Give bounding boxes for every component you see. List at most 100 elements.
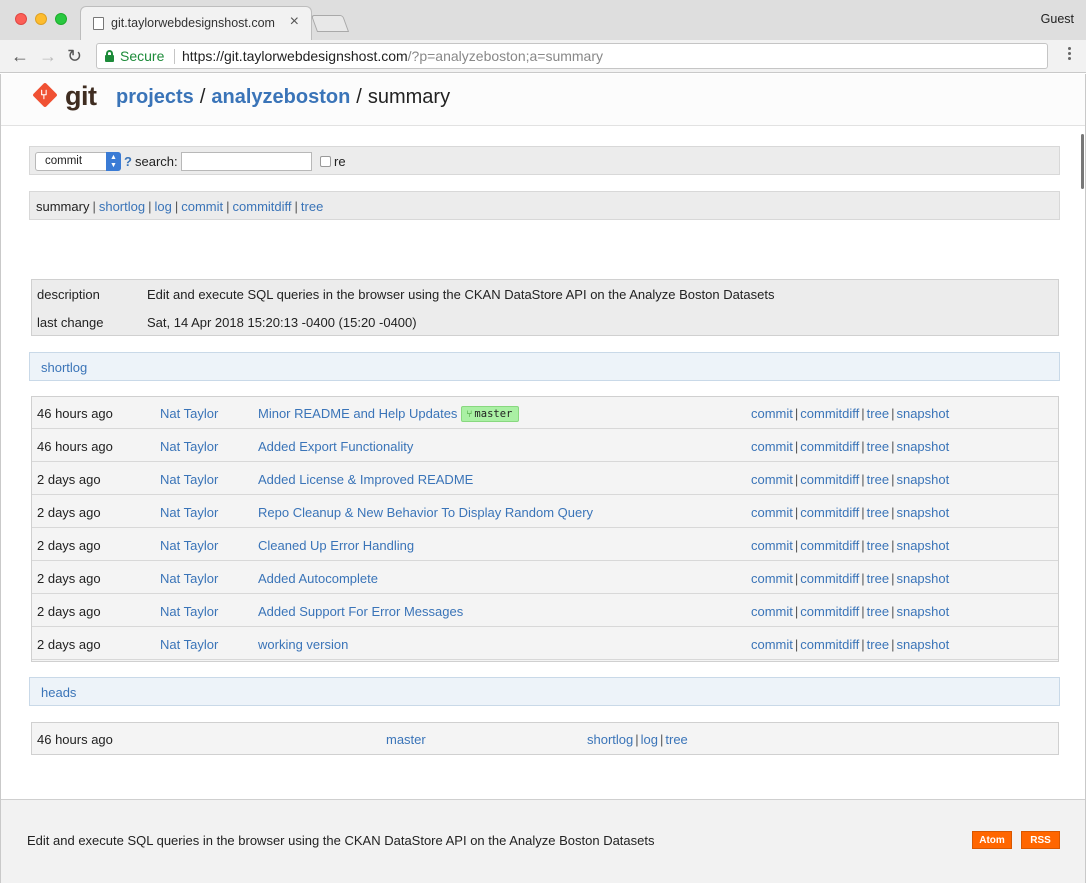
shortlog-header[interactable]: shortlog <box>29 352 1060 381</box>
browser-tab[interactable]: git.taylorwebdesignshost.com × <box>80 6 312 40</box>
rss-feed-button[interactable]: RSS <box>1021 831 1060 849</box>
git-logo-icon[interactable]: ⑂ <box>32 82 58 108</box>
git-logo-text[interactable]: git <box>65 81 97 112</box>
nav-link-log[interactable]: log <box>154 199 171 214</box>
commit-link[interactable]: commit <box>751 604 793 619</box>
commit-link[interactable]: commit <box>751 505 793 520</box>
search-help-link[interactable]: ? <box>124 154 132 169</box>
scrollbar-thumb[interactable] <box>1081 134 1084 189</box>
commit-subject-link[interactable]: working version <box>258 637 348 652</box>
regex-checkbox[interactable] <box>320 156 331 167</box>
ref-badge-label: master <box>474 408 513 420</box>
commit-subject-link[interactable]: Added Support For Error Messages <box>258 604 463 619</box>
tab-close-icon[interactable]: × <box>290 13 299 31</box>
head-shortlog-link[interactable]: shortlog <box>587 732 633 747</box>
commit-author-link[interactable]: Nat Taylor <box>160 472 218 487</box>
new-tab-button[interactable] <box>310 15 350 32</box>
shortlog-header-link[interactable]: shortlog <box>41 360 87 375</box>
page-viewport: ⑂ git projects / analyzeboston / summary com… <box>0 74 1086 883</box>
commit-subject-link[interactable]: Cleaned Up Error Handling <box>258 538 414 553</box>
tree-link[interactable]: tree <box>867 505 889 520</box>
tree-link[interactable]: tree <box>867 538 889 553</box>
snapshot-link[interactable]: snapshot <box>896 538 949 553</box>
atom-feed-button[interactable]: Atom <box>972 831 1012 849</box>
nav-link-shortlog[interactable]: shortlog <box>99 199 145 214</box>
commitdiff-link[interactable]: commitdiff <box>800 406 859 421</box>
profile-label[interactable]: Guest <box>1041 12 1074 26</box>
commit-subject-link[interactable]: Repo Cleanup & New Behavior To Display R… <box>258 505 593 520</box>
commit-link[interactable]: commit <box>751 472 793 487</box>
commitdiff-link[interactable]: commitdiff <box>800 604 859 619</box>
commit-link[interactable]: commit <box>751 439 793 454</box>
nav-link-commitdiff[interactable]: commitdiff <box>233 199 292 214</box>
commitdiff-link[interactable]: commitdiff <box>800 538 859 553</box>
forward-arrow-icon[interactable]: → <box>39 44 57 68</box>
window-close-button[interactable] <box>15 13 27 25</box>
commit-link[interactable]: commit <box>751 406 793 421</box>
link-separator: | <box>861 439 865 454</box>
link-separator: | <box>861 571 865 586</box>
snapshot-link[interactable]: snapshot <box>896 439 949 454</box>
commitdiff-link[interactable]: commitdiff <box>800 637 859 652</box>
table-row: 46 hours ago Nat Taylor Added Export Funct… <box>32 430 1058 462</box>
tree-link[interactable]: tree <box>867 571 889 586</box>
commit-subject: Repo Cleanup & New Behavior To Display R… <box>258 505 593 520</box>
address-bar[interactable]: Secure https://git.taylorwebdesignshost.… <box>96 43 1048 69</box>
heads-header-link[interactable]: heads <box>41 685 76 700</box>
commitdiff-link[interactable]: commitdiff <box>800 571 859 586</box>
commit-author-link[interactable]: Nat Taylor <box>160 604 218 619</box>
breadcrumb-separator: / <box>356 86 362 108</box>
commit-author-link[interactable]: Nat Taylor <box>160 406 218 421</box>
commit-subject-link[interactable]: Added Autocomplete <box>258 571 378 586</box>
tree-link[interactable]: tree <box>867 604 889 619</box>
window-maximize-button[interactable] <box>55 13 67 25</box>
breadcrumb-projects-link[interactable]: projects <box>116 86 194 108</box>
breadcrumb-project-link[interactable]: analyzeboston <box>211 86 350 108</box>
commit-author-link[interactable]: Nat Taylor <box>160 637 218 652</box>
head-log-link[interactable]: log <box>641 732 658 747</box>
back-arrow-icon[interactable]: ← <box>11 44 29 68</box>
tree-link[interactable]: tree <box>867 439 889 454</box>
commit-author-link[interactable]: Nat Taylor <box>160 439 218 454</box>
ref-badge[interactable]: ⑂ master <box>461 406 520 422</box>
head-name-link[interactable]: master <box>386 732 426 747</box>
reload-icon[interactable]: ↻ <box>67 44 82 68</box>
commit-author-link[interactable]: Nat Taylor <box>160 505 218 520</box>
tree-link[interactable]: tree <box>867 637 889 652</box>
link-separator: | <box>861 505 865 520</box>
commitdiff-link[interactable]: commitdiff <box>800 439 859 454</box>
snapshot-link[interactable]: snapshot <box>896 472 949 487</box>
commitdiff-link[interactable]: commitdiff <box>800 472 859 487</box>
commit-subject-link[interactable]: Minor README and Help Updates <box>258 406 457 421</box>
snapshot-link[interactable]: snapshot <box>896 406 949 421</box>
search-type-select[interactable]: commit ▲ ▼ <box>35 152 121 171</box>
browser-menu-icon[interactable] <box>1068 47 1071 50</box>
commit-author-link[interactable]: Nat Taylor <box>160 571 218 586</box>
url-text[interactable]: https://git.taylorwebdesignshost.com/?p=… <box>182 48 603 64</box>
search-input[interactable] <box>181 152 312 171</box>
snapshot-link[interactable]: snapshot <box>896 637 949 652</box>
snapshot-link[interactable]: snapshot <box>896 505 949 520</box>
breadcrumb-current: summary <box>367 86 451 108</box>
heads-header[interactable]: heads <box>29 677 1060 706</box>
tree-link[interactable]: tree <box>867 406 889 421</box>
snapshot-link[interactable]: snapshot <box>896 571 949 586</box>
head-tree-link[interactable]: tree <box>665 732 687 747</box>
last-change-label: last change <box>37 315 104 330</box>
window-minimize-button[interactable] <box>35 13 47 25</box>
commit-link[interactable]: commit <box>751 571 793 586</box>
commit-subject-link[interactable]: Added Export Functionality <box>258 439 413 454</box>
tree-link[interactable]: tree <box>867 472 889 487</box>
commit-age: 2 days ago <box>37 505 101 520</box>
snapshot-link[interactable]: snapshot <box>896 604 949 619</box>
description-value: Edit and execute SQL queries in the brow… <box>147 287 775 302</box>
commit-link[interactable]: commit <box>751 538 793 553</box>
search-label: search: <box>135 154 178 169</box>
nav-link-commit[interactable]: commit <box>181 199 223 214</box>
commit-link[interactable]: commit <box>751 637 793 652</box>
commitdiff-link[interactable]: commitdiff <box>800 505 859 520</box>
commit-age: 2 days ago <box>37 604 101 619</box>
commit-subject-link[interactable]: Added License & Improved README <box>258 472 473 487</box>
commit-author-link[interactable]: Nat Taylor <box>160 538 218 553</box>
nav-link-tree[interactable]: tree <box>301 199 323 214</box>
